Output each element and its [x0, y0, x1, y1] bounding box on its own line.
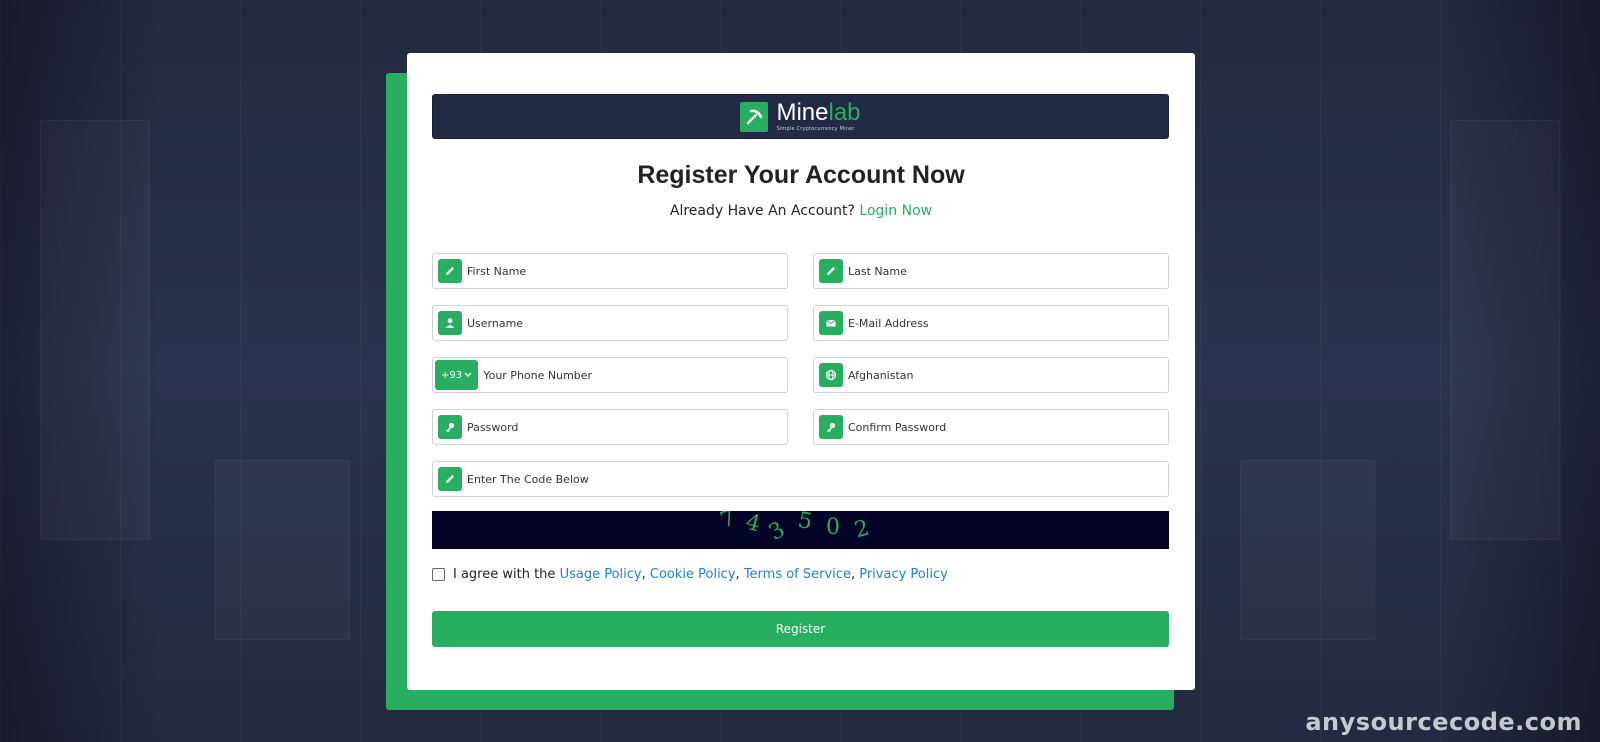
captcha-char: 4: [743, 511, 763, 538]
captcha-char: 3: [764, 517, 790, 546]
login-prompt: Already Have An Account? Login Now: [407, 203, 1195, 219]
captcha-char: 7: [717, 511, 739, 534]
confirm-password-field[interactable]: [813, 409, 1169, 445]
agreement-separator: ,: [641, 567, 646, 582]
agreement-row: I agree with the Usage Policy, Cookie Po…: [432, 567, 948, 582]
logo-bar: Minelab Simple Cryptocurrency Miner: [432, 94, 1169, 139]
page-title: Register Your Account Now: [637, 161, 965, 189]
terms-of-service-link[interactable]: Terms of Service: [744, 567, 851, 582]
pencil-icon: [438, 259, 462, 283]
agreement-separator: ,: [735, 567, 740, 582]
cookie-policy-link[interactable]: Cookie Policy: [650, 567, 736, 582]
captcha-char: 2: [852, 515, 872, 544]
first-name-input[interactable]: [462, 254, 787, 288]
pickaxe-icon: [740, 101, 769, 132]
usage-policy-link[interactable]: Usage Policy: [560, 567, 642, 582]
agree-checkbox[interactable]: [432, 568, 445, 581]
captcha-image: 7 4 3 5 0 2: [432, 511, 1169, 549]
privacy-policy-link[interactable]: Privacy Policy: [859, 567, 948, 582]
dial-code-value: +93: [441, 369, 463, 381]
dial-code-select[interactable]: +93: [435, 360, 479, 390]
email-field[interactable]: [813, 305, 1169, 341]
login-link[interactable]: Login Now: [859, 203, 932, 219]
register-card: Minelab Simple Cryptocurrency Miner Regi…: [407, 53, 1195, 690]
first-name-field[interactable]: [432, 253, 788, 289]
last-name-field[interactable]: [813, 253, 1169, 289]
confirm-password-input[interactable]: [843, 410, 1168, 444]
captcha-input[interactable]: [462, 462, 1168, 496]
watermark-text: anysourcecode.com: [1305, 708, 1582, 736]
phone-field[interactable]: +93: [432, 357, 788, 393]
user-icon: [438, 311, 462, 335]
username-field[interactable]: [432, 305, 788, 341]
last-name-input[interactable]: [843, 254, 1168, 288]
captcha-field[interactable]: [432, 461, 1169, 497]
email-input[interactable]: [843, 306, 1168, 340]
logo-name-accent: lab: [828, 99, 861, 126]
country-field[interactable]: Afghanistan: [813, 357, 1169, 393]
logo-tagline: Simple Cryptocurrency Miner: [776, 126, 855, 132]
background-server-rack: [40, 120, 150, 540]
login-prompt-text: Already Have An Account?: [669, 203, 855, 219]
background-server-rack: [1450, 120, 1560, 540]
key-icon: [819, 415, 843, 439]
background-server-rack: [215, 460, 350, 640]
captcha-char: 5: [795, 511, 815, 536]
logo-name-primary: Mine: [776, 99, 829, 126]
agreement-text: I agree with the: [453, 567, 556, 582]
agreement-separator: ,: [850, 567, 856, 582]
envelope-icon: [819, 311, 843, 335]
globe-icon: [819, 363, 843, 387]
country-value: Afghanistan: [848, 368, 914, 382]
phone-input[interactable]: [478, 358, 787, 392]
password-field[interactable]: [432, 409, 788, 445]
pencil-icon: [819, 259, 843, 283]
chevron-down-icon: [464, 372, 472, 377]
captcha-char: 0: [826, 515, 840, 540]
password-input[interactable]: [462, 410, 787, 444]
username-input[interactable]: [462, 306, 787, 340]
logo: Minelab Simple Cryptocurrency Miner: [776, 101, 860, 132]
pencil-icon: [438, 467, 462, 491]
register-button[interactable]: Register: [432, 611, 1169, 647]
key-icon: [438, 415, 462, 439]
background-server-rack: [1240, 460, 1375, 640]
